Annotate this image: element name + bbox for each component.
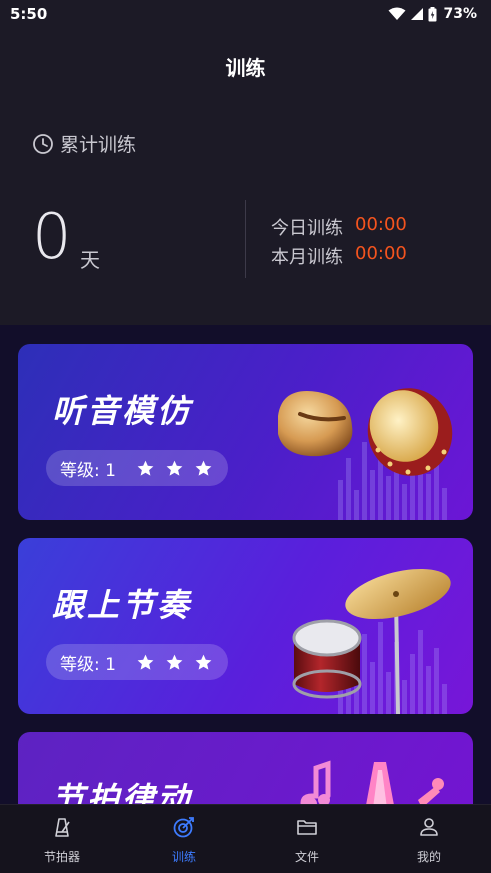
level-label: 等级: 1	[60, 654, 116, 675]
drums-illustration	[278, 388, 453, 476]
tab-files[interactable]: 文件	[267, 815, 347, 865]
metronome-notes-illustration	[300, 760, 444, 804]
star-rating	[136, 653, 213, 672]
star-rating	[136, 459, 213, 478]
card-title: 听音模仿	[52, 392, 193, 430]
star-icon	[195, 654, 212, 670]
level-badge: 等级: 1	[46, 644, 228, 680]
tab-label: 文件	[294, 850, 319, 864]
days-unit: 天	[80, 248, 100, 272]
total-training-row: 累计训练	[32, 130, 136, 157]
beat-groove-card[interactable]: 节拍律动	[18, 732, 473, 804]
card-title: 跟上节奏	[52, 586, 193, 624]
page-title: 训练	[225, 56, 266, 80]
status-bar: 5:50 73%	[0, 0, 491, 28]
tab-label: 训练	[171, 850, 196, 864]
level-label: 等级: 1	[60, 460, 116, 481]
drum-cymbal-illustration	[292, 568, 451, 714]
battery-percent: 73%	[443, 6, 477, 22]
wifi-icon	[388, 7, 406, 20]
star-icon	[166, 460, 183, 476]
status-icons: 73%	[388, 4, 477, 24]
star-icon	[137, 654, 154, 670]
training-list[interactable]: 听音模仿 等级: 1 跟上节奏 等级: 1 节拍律动	[0, 325, 491, 804]
battery-icon	[428, 6, 437, 21]
target-icon	[173, 817, 194, 838]
metronome-icon	[55, 818, 70, 837]
star-icon	[195, 460, 212, 476]
listening-imitation-card[interactable]: 听音模仿 等级: 1	[18, 344, 473, 520]
tab-label: 我的	[416, 850, 441, 864]
bottom-tab-bar: 节拍器 训练 文件 我的	[0, 804, 491, 873]
star-icon	[166, 654, 183, 670]
star-icon	[137, 460, 154, 476]
tab-training[interactable]: 训练	[144, 815, 224, 865]
month-training-label: 本月训练	[271, 247, 343, 268]
clock-icon	[33, 133, 53, 154]
level-badge: 等级: 1	[46, 450, 228, 486]
folder-icon	[297, 820, 317, 835]
today-training-row: 今日训练 00:00	[271, 214, 407, 240]
tab-metronome[interactable]: 节拍器	[22, 815, 102, 865]
month-training-value: 00:00	[355, 243, 407, 264]
user-icon	[420, 818, 438, 836]
follow-rhythm-card[interactable]: 跟上节奏 等级: 1	[18, 538, 473, 714]
stats-divider	[245, 200, 246, 278]
card-title: 节拍律动	[52, 780, 193, 804]
tab-label: 节拍器	[43, 850, 80, 864]
training-summary: 训练 累计训练 0 天 今日训练 00:00 本月训练 00:00	[0, 28, 491, 325]
tab-mine[interactable]: 我的	[389, 815, 469, 865]
total-days-value: 0	[32, 200, 72, 273]
total-training-label: 累计训练	[60, 134, 137, 156]
status-time: 5:50	[10, 5, 48, 23]
today-training-value: 00:00	[355, 214, 407, 235]
month-training-row: 本月训练 00:00	[271, 243, 407, 269]
signal-icon	[411, 8, 424, 20]
today-training-label: 今日训练	[271, 218, 343, 239]
